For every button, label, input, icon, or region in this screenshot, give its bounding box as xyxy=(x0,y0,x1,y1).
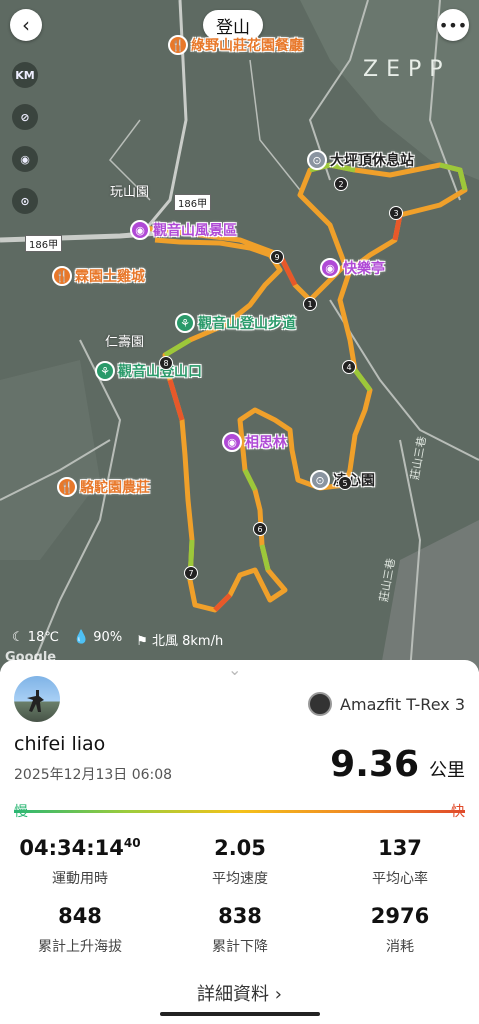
more-horiz-icon: ••• xyxy=(438,15,468,35)
trail-icon: ⚘ xyxy=(175,313,195,333)
camera-icon: ◉ xyxy=(130,220,150,240)
home-indicator xyxy=(160,1012,320,1016)
poi-scenic[interactable]: ◉ 快樂亭 xyxy=(320,258,385,278)
chevron-left-icon: ‹ xyxy=(22,13,30,37)
weather-bar: ☾ 18℃ 💧 90% ⚑ 北風 8km/h xyxy=(12,630,223,649)
avatar[interactable] xyxy=(14,676,60,722)
eye-icon[interactable]: ◉ xyxy=(12,146,38,172)
stat-calories: 2976 消耗 xyxy=(370,904,430,955)
waypoint-marker[interactable]: 5 xyxy=(338,476,352,490)
road-badge: 186甲 xyxy=(174,194,212,211)
workout-date: 2025年12月13日 06:08 xyxy=(14,767,173,783)
location-icon: ⊙ xyxy=(307,150,327,170)
poi-restaurant[interactable]: 🍴 綠野山莊花園餐廳 xyxy=(168,35,303,55)
pace-legend-bar xyxy=(14,810,465,813)
waypoint-marker[interactable]: 1 xyxy=(303,297,317,311)
poi-scenic[interactable]: ◉ 相思林 xyxy=(222,432,287,452)
trail-icon: ⚘ xyxy=(95,361,115,381)
location-icon: ⊙ xyxy=(310,470,330,490)
km-toggle[interactable]: KM xyxy=(12,62,38,88)
details-link[interactable]: 詳細資料 › xyxy=(0,980,479,1006)
waypoint-marker[interactable]: 7 xyxy=(184,566,198,580)
chevron-down-icon[interactable]: ⌄ xyxy=(228,660,241,679)
stat-duration: 04:34:1440 運動用時 xyxy=(19,836,141,887)
device-info: Amazfit T-Rex 3 xyxy=(308,692,465,716)
waypoint-marker[interactable]: 4 xyxy=(342,360,356,374)
brand-logo: ZEPP xyxy=(363,57,451,82)
moon-icon: ☾ xyxy=(12,630,24,645)
poi-trail[interactable]: ⚘ 觀音山登山口 xyxy=(95,361,202,381)
place-label: 仁壽園 xyxy=(105,335,145,350)
watch-icon xyxy=(308,692,333,716)
stat-avg-heart-rate: 137 平均心率 xyxy=(372,836,428,887)
avatar-figure xyxy=(27,690,44,712)
map-view[interactable]: ‹ 登山 ••• ZEPP KM ⊘ ◉ ⊙ 玩山園 仁壽園 186甲 186甲… xyxy=(0,0,479,672)
map-base xyxy=(0,0,479,672)
wind-icon: ⚑ xyxy=(136,634,148,649)
user-name: chifei liao xyxy=(14,733,106,755)
wind: ⚑ 北風 8km/h xyxy=(136,634,224,649)
locate-icon[interactable]: ⊙ xyxy=(12,188,38,214)
poi-restaurant[interactable]: 🍴 霖園土雞城 xyxy=(52,266,145,286)
waypoint-marker[interactable]: 9 xyxy=(270,250,284,264)
waypoint-marker[interactable]: 2 xyxy=(334,177,348,191)
summary-panel: ⌄ Amazfit T-Rex 3 chifei liao 2025年12月13… xyxy=(0,660,479,1024)
stat-avg-speed: 2.05 平均速度 xyxy=(212,836,268,887)
distance: 9.36 公里 xyxy=(330,744,465,785)
stat-descent: 838 累計下降 xyxy=(212,904,268,955)
poi-trail[interactable]: ⚘ 觀音山登山步道 xyxy=(175,313,296,333)
restaurant-icon: 🍴 xyxy=(168,35,188,55)
poi-rest-stop[interactable]: ⊙ 大坪頂休息站 xyxy=(307,150,414,170)
stat-ascent: 848 累計上升海拔 xyxy=(38,904,122,955)
restaurant-icon: 🍴 xyxy=(57,477,77,497)
camera-icon: ◉ xyxy=(320,258,340,278)
waypoint-marker[interactable]: 8 xyxy=(159,356,173,370)
humidity: 💧 90% xyxy=(72,630,123,645)
back-button[interactable]: ‹ xyxy=(10,9,42,41)
poi-scenic[interactable]: ◉ 觀音山風景區 xyxy=(130,220,237,240)
waypoint-marker[interactable]: 3 xyxy=(389,206,403,220)
restaurant-icon: 🍴 xyxy=(52,266,72,286)
temperature: ☾ 18℃ xyxy=(12,630,59,645)
more-button[interactable]: ••• xyxy=(437,9,469,41)
poi-restaurant[interactable]: 🍴 駱駝園農莊 xyxy=(57,477,150,497)
waypoint-marker[interactable]: 6 xyxy=(253,522,267,536)
droplet-icon: 💧 xyxy=(72,630,90,645)
place-label: 玩山園 xyxy=(110,185,150,200)
road-badge: 186甲 xyxy=(25,235,63,252)
camera-icon: ◉ xyxy=(222,432,242,452)
hide-route-icon[interactable]: ⊘ xyxy=(12,104,38,130)
